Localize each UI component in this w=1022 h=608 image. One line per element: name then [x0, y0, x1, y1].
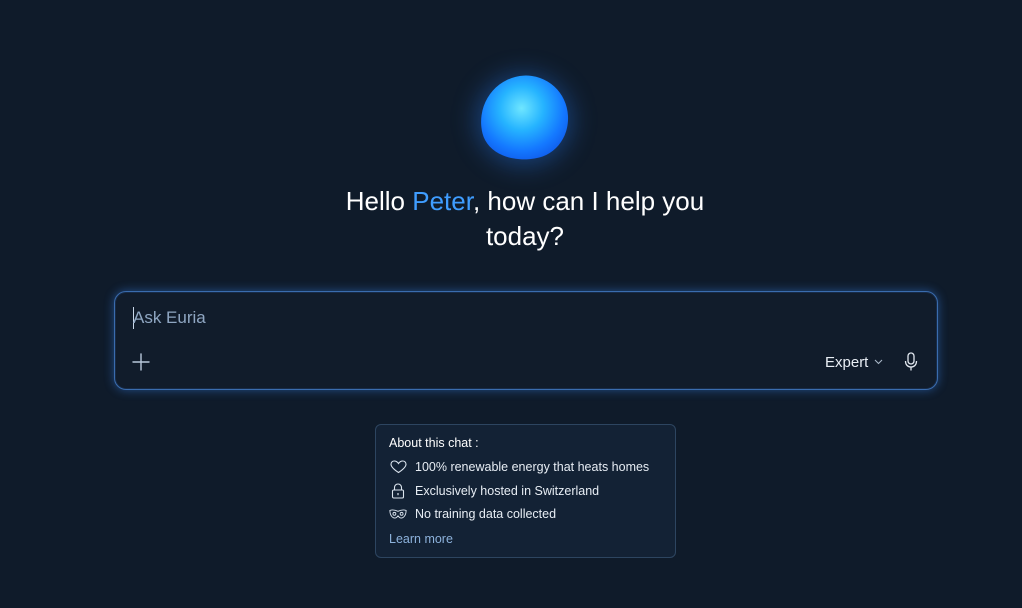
mode-label: Expert — [825, 353, 869, 371]
orb-shape — [471, 66, 577, 170]
about-item: 100% renewable energy that heats homes — [389, 459, 662, 475]
about-item-label: Exclusively hosted in Switzerland — [415, 483, 600, 498]
about-item-label: No training data collected — [415, 507, 557, 521]
chevron-down-icon — [874, 359, 883, 365]
about-item: Exclusively hosted in Switzerland — [389, 482, 662, 499]
about-chat-card: About this chat : 100% renewable energy … — [375, 424, 676, 558]
mask-icon — [389, 506, 407, 522]
microphone-button[interactable] — [901, 350, 921, 374]
about-title: About this chat : — [389, 436, 479, 450]
add-attachment-button[interactable] — [129, 350, 153, 374]
greeting-prefix: Hello — [345, 186, 413, 216]
assistant-orb — [471, 66, 577, 170]
user-name: Peter — [412, 186, 473, 216]
plus-icon — [132, 353, 150, 371]
learn-more-link[interactable]: Learn more — [389, 532, 453, 546]
microphone-icon — [904, 352, 918, 371]
greeting-heading: Hello Peter, how can I help you today? — [311, 184, 739, 254]
about-item-label: 100% renewable energy that heats homes — [415, 460, 650, 474]
about-item: No training data collected — [389, 506, 662, 522]
chat-home: Hello Peter, how can I help you today? E… — [0, 0, 1022, 608]
greeting-suffix: , how can I help you today? — [472, 186, 705, 251]
heart-icon — [389, 459, 407, 475]
lock-icon — [389, 482, 407, 499]
message-composer[interactable]: Expert — [114, 291, 938, 390]
ask-input[interactable] — [133, 305, 633, 331]
mode-select[interactable]: Expert — [825, 351, 883, 373]
